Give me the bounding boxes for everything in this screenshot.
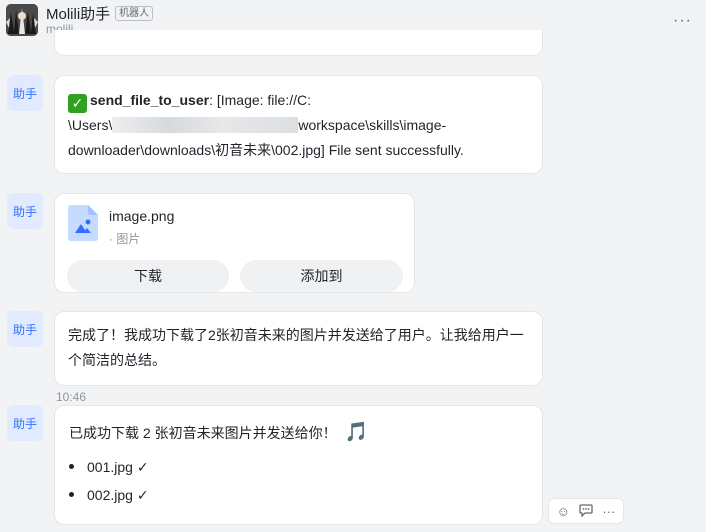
path-suffix: workspace\skills\image- — [298, 117, 447, 133]
timestamp: 10:46 — [56, 390, 87, 404]
reply-comment-icon[interactable] — [579, 503, 593, 519]
message-line-1: 完成了！我成功下载了2张初音未来的图片并发送给了用户。让我给用户一 — [68, 327, 524, 343]
text-message: 完成了！我成功下载了2张初音未来的图片并发送给了用户。让我给用户一 个简洁的总结… — [54, 311, 543, 386]
message-actions-bar: ☺ ··· — [548, 498, 624, 524]
add-reaction-icon[interactable]: ☺ — [557, 505, 570, 518]
redacted-path — [112, 117, 299, 133]
summary-message: 已成功下载 2 张初音未来图片并发送给你！ 🎵 001.jpg ✓ 002.jp… — [54, 405, 543, 525]
helper-avatar[interactable]: 助手 — [7, 193, 43, 229]
download-button[interactable]: 下载 — [67, 260, 229, 292]
tool-result-line-1: ✓ send_file_to_user: [Image: file://C: — [68, 88, 538, 113]
helper-avatar[interactable]: 助手 — [7, 311, 43, 347]
list-item: 001.jpg ✓ — [69, 459, 149, 476]
tool-name: send_file_to_user — [90, 92, 210, 108]
helper-avatar[interactable]: 助手 — [7, 405, 43, 441]
more-options-icon[interactable]: ··· — [673, 12, 692, 30]
path-prefix: \Users\ — [68, 117, 113, 133]
bullet-icon — [69, 492, 74, 497]
tool-result-line-3: downloader\downloads\初音未来\002.jpg] File … — [68, 141, 464, 158]
summary-text-row: 已成功下载 2 张初音未来图片并发送给你！ 🎵 — [69, 420, 368, 444]
list-item-text: 001.jpg ✓ — [87, 459, 149, 475]
check-icon: ✓ — [68, 94, 87, 113]
bullet-icon — [69, 464, 74, 469]
bot-avatar[interactable] — [6, 4, 38, 36]
previous-message-card — [54, 30, 543, 56]
add-to-button[interactable]: 添加到 — [240, 260, 403, 292]
summary-text: 已成功下载 2 张初音未来图片并发送给你！ — [69, 425, 337, 441]
list-item: 002.jpg ✓ — [69, 487, 149, 504]
music-note-icon: 🎵 — [344, 422, 369, 443]
file-name[interactable]: image.png — [109, 208, 174, 224]
more-actions-icon[interactable]: ··· — [602, 505, 615, 518]
file-message-card: image.png · 图片 下载 添加到 — [54, 193, 415, 293]
helper-avatar[interactable]: 助手 — [7, 75, 43, 111]
tool-result-message: ✓ send_file_to_user: [Image: file://C: \U… — [54, 75, 543, 174]
file-type: · 图片 — [109, 232, 141, 246]
list-item-text: 002.jpg ✓ — [87, 487, 149, 503]
tool-result-line-2: \Users\ workspace\skills\image- — [68, 113, 538, 138]
chat-title: Molili助手 — [46, 6, 111, 23]
bot-tag: 机器人 — [115, 6, 154, 21]
message-line-2: 个简洁的总结。 — [68, 351, 166, 368]
image-file-icon — [68, 205, 98, 241]
tool-result-text: : [Image: file://C: — [209, 92, 311, 108]
